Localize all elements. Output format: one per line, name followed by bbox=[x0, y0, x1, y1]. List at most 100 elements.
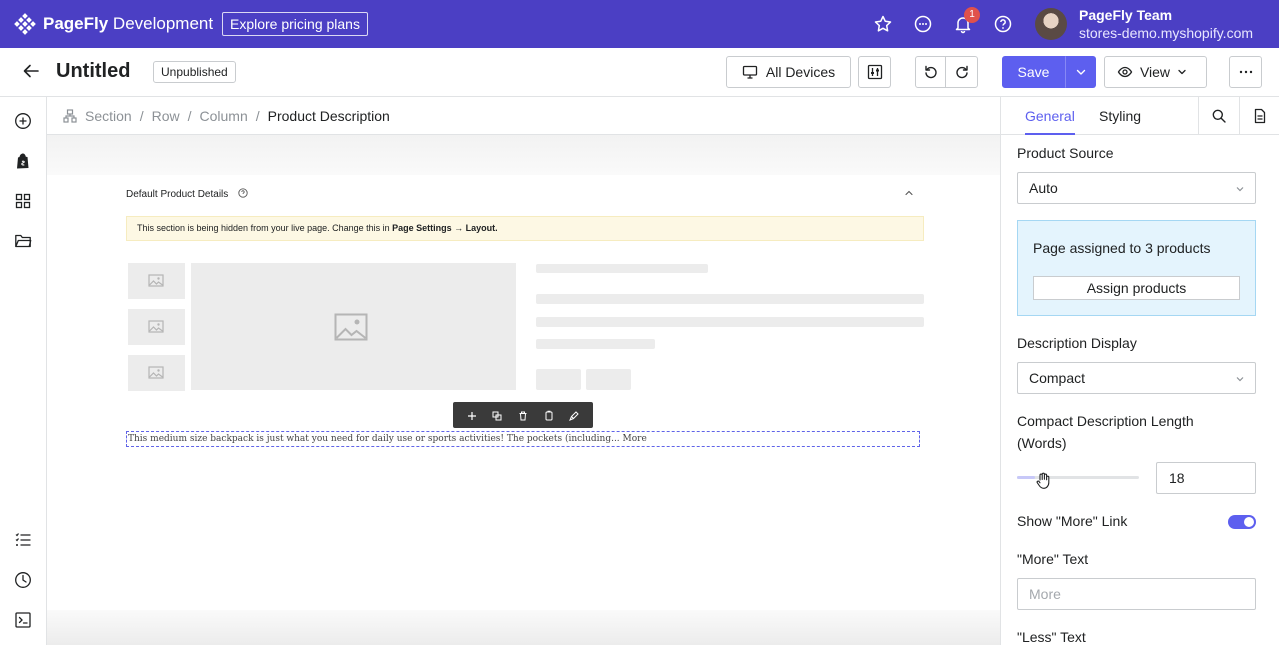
undo-icon bbox=[924, 65, 937, 79]
tab-divider bbox=[1198, 97, 1199, 135]
undo-button[interactable] bbox=[915, 56, 946, 88]
chevron-down-icon bbox=[1236, 377, 1244, 382]
assign-products-button[interactable]: Assign products bbox=[1033, 276, 1240, 300]
skeleton-button bbox=[536, 369, 581, 390]
account-store[interactable]: stores-demo.myshopify.com bbox=[1079, 25, 1253, 41]
sliders-icon bbox=[867, 64, 882, 80]
search-icon[interactable] bbox=[1211, 108, 1227, 124]
help-icon[interactable] bbox=[238, 188, 248, 198]
tab-styling[interactable]: Styling bbox=[1099, 108, 1141, 124]
code-terminal-icon[interactable] bbox=[14, 611, 32, 629]
description-display-value: Compact bbox=[1029, 370, 1086, 386]
paint-brush-icon[interactable] bbox=[568, 409, 580, 421]
chat-icon[interactable] bbox=[913, 14, 933, 34]
product-thumbnail[interactable] bbox=[128, 309, 185, 345]
chevron-down-icon bbox=[1236, 187, 1244, 192]
skeleton-button bbox=[586, 369, 631, 390]
product-source-value: Auto bbox=[1029, 180, 1058, 196]
show-more-label: Show "More" Link bbox=[1017, 513, 1128, 529]
skeleton-line bbox=[536, 339, 655, 349]
image-placeholder-icon bbox=[148, 320, 164, 333]
more-text-label: "More" Text bbox=[1017, 551, 1089, 567]
page-title[interactable]: Untitled bbox=[56, 60, 130, 83]
description-display-select[interactable]: Compact bbox=[1017, 362, 1256, 394]
product-description-element[interactable]: This medium size backpack is just what y… bbox=[126, 431, 920, 447]
hidden-section-notice: This section is being hidden from your l… bbox=[126, 216, 924, 241]
document-icon[interactable] bbox=[1252, 108, 1268, 124]
breadcrumb-column[interactable]: Column bbox=[200, 108, 248, 124]
more-text-input[interactable]: More bbox=[1017, 578, 1256, 610]
delete-icon[interactable] bbox=[517, 409, 529, 421]
brand-name: PageFly Development bbox=[43, 14, 214, 33]
ellipsis-icon bbox=[1239, 70, 1252, 74]
more-options-button[interactable] bbox=[1229, 56, 1262, 88]
chevron-down-icon bbox=[1076, 69, 1085, 75]
eye-icon bbox=[1117, 66, 1133, 78]
save-button[interactable]: Save bbox=[1002, 56, 1065, 88]
grid-icon[interactable] bbox=[14, 192, 32, 210]
hand-cursor-icon bbox=[1036, 472, 1050, 489]
star-icon[interactable] bbox=[873, 14, 893, 34]
folder-icon[interactable] bbox=[14, 232, 32, 250]
product-source-select[interactable]: Auto bbox=[1017, 172, 1256, 204]
panel-tabs: General Styling bbox=[1001, 97, 1279, 135]
product-thumbnail[interactable] bbox=[128, 263, 185, 299]
redo-button[interactable] bbox=[945, 56, 978, 88]
product-main-image[interactable] bbox=[191, 263, 516, 390]
explore-pricing-button[interactable]: Explore pricing plans bbox=[222, 12, 368, 36]
monitor-icon bbox=[742, 65, 758, 79]
copy-style-icon[interactable] bbox=[543, 409, 555, 421]
history-clock-icon[interactable] bbox=[14, 571, 32, 589]
compact-length-input[interactable]: 18 bbox=[1156, 462, 1256, 494]
tab-general[interactable]: General bbox=[1025, 108, 1075, 135]
breadcrumb-section[interactable]: Section bbox=[85, 108, 132, 124]
outline-list-icon[interactable] bbox=[14, 531, 32, 549]
breadcrumb-separator: / bbox=[255, 107, 260, 124]
account-name[interactable]: PageFly Team bbox=[1079, 7, 1172, 23]
redo-icon bbox=[955, 65, 968, 79]
save-options-button[interactable] bbox=[1065, 56, 1096, 88]
all-devices-button[interactable]: All Devices bbox=[726, 56, 851, 88]
compact-length-unit-label: (Words) bbox=[1017, 435, 1067, 451]
compact-length-label: Compact Description Length bbox=[1017, 413, 1194, 429]
adjust-settings-button[interactable] bbox=[858, 56, 891, 88]
settings-panel: General Styling Product Source Auto Page… bbox=[1000, 97, 1279, 645]
chevron-up-icon[interactable] bbox=[904, 188, 914, 198]
hierarchy-icon bbox=[63, 108, 77, 123]
breadcrumb: Section / Row / Column / Product Descrip… bbox=[47, 97, 1000, 135]
pagefly-logo-icon bbox=[14, 13, 36, 35]
tab-divider bbox=[1239, 97, 1240, 135]
assigned-products-text: Page assigned to 3 products bbox=[1033, 240, 1211, 256]
description-display-label: Description Display bbox=[1017, 335, 1137, 351]
product-thumbnail[interactable] bbox=[128, 355, 185, 391]
notification-badge: 1 bbox=[964, 7, 980, 23]
canvas-top-band bbox=[47, 135, 1000, 175]
duplicate-icon[interactable] bbox=[491, 409, 503, 421]
help-icon[interactable] bbox=[993, 14, 1013, 34]
skeleton-line bbox=[536, 317, 924, 327]
editor-canvas[interactable]: Default Product Details This section is … bbox=[47, 135, 1000, 645]
view-button[interactable]: View bbox=[1104, 56, 1207, 88]
section-title[interactable]: Default Product Details bbox=[126, 189, 228, 200]
skeleton-line bbox=[536, 294, 924, 304]
breadcrumb-separator: / bbox=[187, 107, 192, 124]
status-badge: Unpublished bbox=[153, 61, 236, 83]
breadcrumb-separator: / bbox=[139, 107, 144, 124]
product-source-label: Product Source bbox=[1017, 145, 1114, 161]
show-more-toggle[interactable] bbox=[1228, 515, 1256, 529]
top-bar: PageFly Development Explore pricing plan… bbox=[0, 0, 1279, 48]
all-devices-label: All Devices bbox=[765, 64, 836, 80]
element-toolbar bbox=[453, 402, 593, 428]
image-placeholder-icon bbox=[334, 313, 368, 341]
shopify-icon[interactable] bbox=[14, 152, 32, 170]
skeleton-title bbox=[536, 264, 708, 273]
avatar[interactable] bbox=[1035, 8, 1067, 40]
add-icon[interactable] bbox=[466, 409, 478, 421]
editor-header: Untitled Unpublished All Devices Save Vi… bbox=[0, 48, 1279, 97]
add-element-icon[interactable] bbox=[14, 112, 32, 130]
canvas-bottom-band bbox=[47, 610, 1000, 645]
breadcrumb-row[interactable]: Row bbox=[152, 108, 180, 124]
view-label: View bbox=[1139, 64, 1171, 80]
chevron-down-icon bbox=[1178, 69, 1186, 75]
back-arrow-icon[interactable] bbox=[22, 62, 40, 80]
